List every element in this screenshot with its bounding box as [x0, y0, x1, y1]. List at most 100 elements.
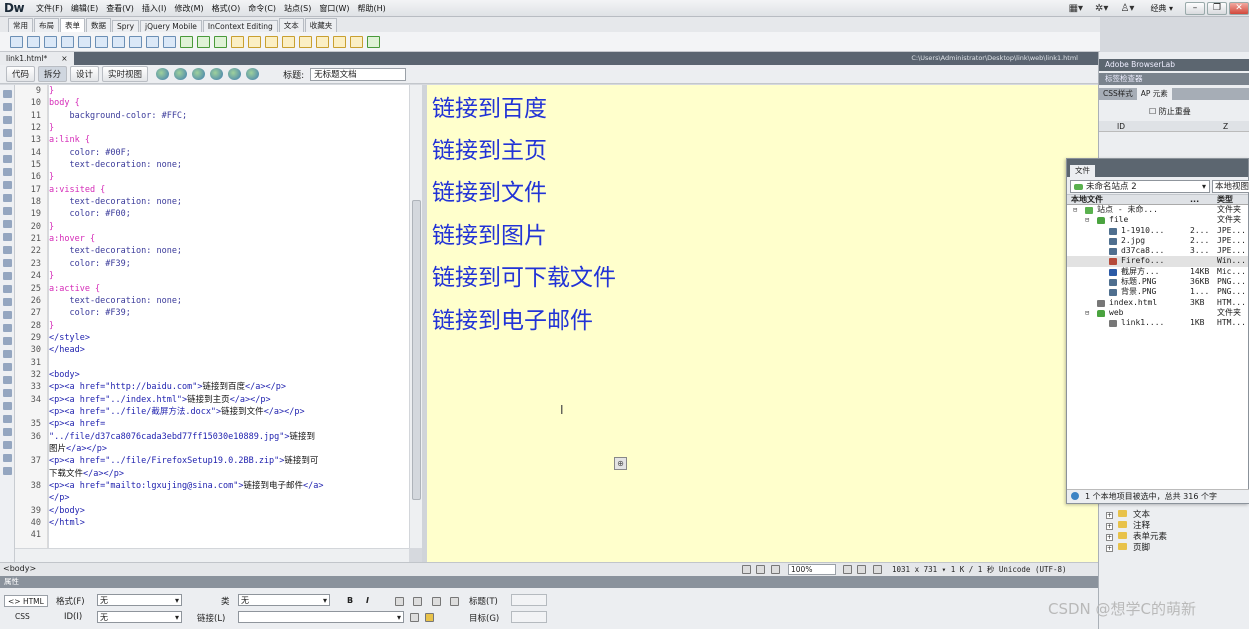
file-row[interactable]: Firefo... Win...: [1067, 256, 1248, 267]
menu-item-1[interactable]: 编辑(E): [67, 3, 102, 14]
file-row[interactable]: ⊟ web 文件夹: [1067, 308, 1248, 318]
coding-tool-icon[interactable]: [2, 90, 12, 98]
document-tab-close-icon[interactable]: ×: [61, 52, 67, 65]
expand-toggle-icon[interactable]: +: [1106, 545, 1113, 552]
files-tab[interactable]: 文件: [1070, 165, 1095, 177]
css-mode-button[interactable]: CSS: [12, 611, 33, 623]
file-row[interactable]: ⊟ 站点 - 未命... 文件夹: [1067, 205, 1248, 215]
view-button-1[interactable]: 拆分: [38, 66, 68, 82]
coding-tool-icon[interactable]: [2, 207, 12, 215]
file-row[interactable]: 截屏方... 14KB Mic...: [1067, 267, 1248, 277]
expand-toggle-icon[interactable]: ⊟: [1073, 205, 1077, 215]
form-insert-icon[interactable]: [180, 35, 193, 48]
form-insert-icon[interactable]: [44, 35, 57, 48]
coding-tool-icon[interactable]: [2, 376, 12, 384]
form-insert-icon[interactable]: [61, 35, 74, 48]
coding-tool-icon[interactable]: [2, 155, 12, 163]
coding-tool-icon[interactable]: [2, 428, 12, 436]
coding-tool-icon[interactable]: [2, 194, 12, 202]
workspace-switcher[interactable]: 经典 ▾: [1140, 3, 1183, 14]
ordered-list-icon[interactable]: [413, 597, 422, 606]
code-editor[interactable]: } body { background-color: #FFC;} a:link {…: [49, 85, 409, 548]
insert-tab-1[interactable]: 布局: [34, 18, 59, 32]
coding-tool-icon[interactable]: [2, 129, 12, 137]
form-insert-icon[interactable]: [299, 35, 312, 48]
pointer-tool-icon[interactable]: [742, 565, 751, 574]
menu-item-4[interactable]: 修改(M): [171, 3, 208, 14]
col-local-files[interactable]: 本地文件: [1071, 195, 1103, 205]
file-row[interactable]: index.html 3KB HTM...: [1067, 298, 1248, 308]
design-link-4[interactable]: 链接到可下载文件: [432, 258, 616, 292]
coding-tool-icon[interactable]: [2, 103, 12, 111]
class-select[interactable]: 无: [238, 594, 330, 606]
coding-tool-icon[interactable]: [2, 259, 12, 267]
unordered-list-icon[interactable]: [395, 597, 404, 606]
insert-tab-4[interactable]: Spry: [112, 20, 140, 32]
form-insert-icon[interactable]: [265, 35, 278, 48]
target-input[interactable]: [511, 611, 547, 623]
outdent-icon[interactable]: [432, 597, 441, 606]
browse-folder-icon[interactable]: [425, 613, 434, 622]
file-row[interactable]: 2.jpg 2... JPE...: [1067, 236, 1248, 246]
form-insert-icon[interactable]: [129, 35, 142, 48]
design-link-5[interactable]: 链接到电子邮件: [432, 301, 593, 335]
tablet-size-icon[interactable]: [857, 565, 866, 574]
zoom-tool-icon[interactable]: [771, 565, 780, 574]
design-link-1[interactable]: 链接到主页: [432, 131, 547, 165]
form-insert-icon[interactable]: [197, 35, 210, 48]
design-link-2[interactable]: 链接到文件: [432, 173, 547, 207]
coding-tool-icon[interactable]: [2, 363, 12, 371]
expand-toggle-icon[interactable]: +: [1106, 523, 1113, 530]
format-select[interactable]: 无: [97, 594, 182, 606]
inspect-icon[interactable]: [174, 68, 188, 80]
anchor-marker-icon[interactable]: ⊕: [614, 457, 627, 470]
form-insert-icon[interactable]: [316, 35, 329, 48]
form-insert-icon[interactable]: [163, 35, 176, 48]
design-link-3[interactable]: 链接到图片: [432, 216, 547, 250]
view-button-3[interactable]: 实时视图: [102, 66, 149, 82]
menu-item-0[interactable]: 文件(F): [32, 3, 67, 14]
insert-tab-3[interactable]: 数据: [86, 18, 111, 32]
form-insert-icon[interactable]: [214, 35, 227, 48]
mobile-size-icon[interactable]: [843, 565, 852, 574]
file-row[interactable]: d37ca8... 3... JPE...: [1067, 246, 1248, 256]
form-insert-icon[interactable]: [112, 35, 125, 48]
debug-icon[interactable]: [210, 68, 224, 80]
form-insert-icon[interactable]: [146, 35, 159, 48]
menu-item-8[interactable]: 窗口(W): [315, 3, 353, 14]
coding-tool-icon[interactable]: [2, 389, 12, 397]
zoom-select[interactable]: 100%: [788, 564, 836, 575]
insert-tab-8[interactable]: 收藏夹: [304, 18, 338, 32]
coding-tool-icon[interactable]: [2, 272, 12, 280]
visual-aids-icon[interactable]: [228, 68, 242, 80]
coding-tool-icon[interactable]: [2, 181, 12, 189]
point-to-file-icon[interactable]: [410, 613, 419, 622]
file-row[interactable]: ⊟ file 文件夹: [1067, 215, 1248, 225]
insert-tab-0[interactable]: 常用: [8, 18, 33, 32]
id-select[interactable]: 无: [97, 611, 182, 623]
coding-tool-icon[interactable]: [2, 142, 12, 150]
restore-icon[interactable]: ❐: [1207, 2, 1227, 15]
menu-item-9[interactable]: 帮助(H): [354, 3, 390, 14]
menu-item-6[interactable]: 命令(C): [244, 3, 280, 14]
tab-css-styles[interactable]: CSS样式: [1099, 88, 1137, 100]
menu-item-3[interactable]: 插入(I): [138, 3, 171, 14]
coding-tool-icon[interactable]: [2, 415, 12, 423]
form-insert-icon[interactable]: [333, 35, 346, 48]
file-row[interactable]: 1-1910... 2... JPE...: [1067, 226, 1248, 236]
code-horizontal-scrollbar[interactable]: [15, 548, 409, 562]
hand-tool-icon[interactable]: [756, 565, 765, 574]
view-button-0[interactable]: 代码: [6, 66, 36, 82]
expand-toggle-icon[interactable]: +: [1106, 512, 1113, 519]
coding-tool-icon[interactable]: [2, 246, 12, 254]
tab-ap-elements[interactable]: AP 元素: [1136, 88, 1172, 100]
insert-tab-6[interactable]: InContext Editing: [202, 20, 278, 32]
expand-toggle-icon[interactable]: +: [1106, 534, 1113, 541]
expand-toggle-icon[interactable]: ⊟: [1085, 308, 1089, 318]
title-field-input[interactable]: [511, 594, 547, 606]
coding-tool-icon[interactable]: [2, 298, 12, 306]
code-vertical-scrollbar[interactable]: [409, 85, 422, 548]
form-insert-icon[interactable]: [27, 35, 40, 48]
coding-tool-icon[interactable]: [2, 116, 12, 124]
title-input[interactable]: 无标题文档: [310, 67, 407, 81]
